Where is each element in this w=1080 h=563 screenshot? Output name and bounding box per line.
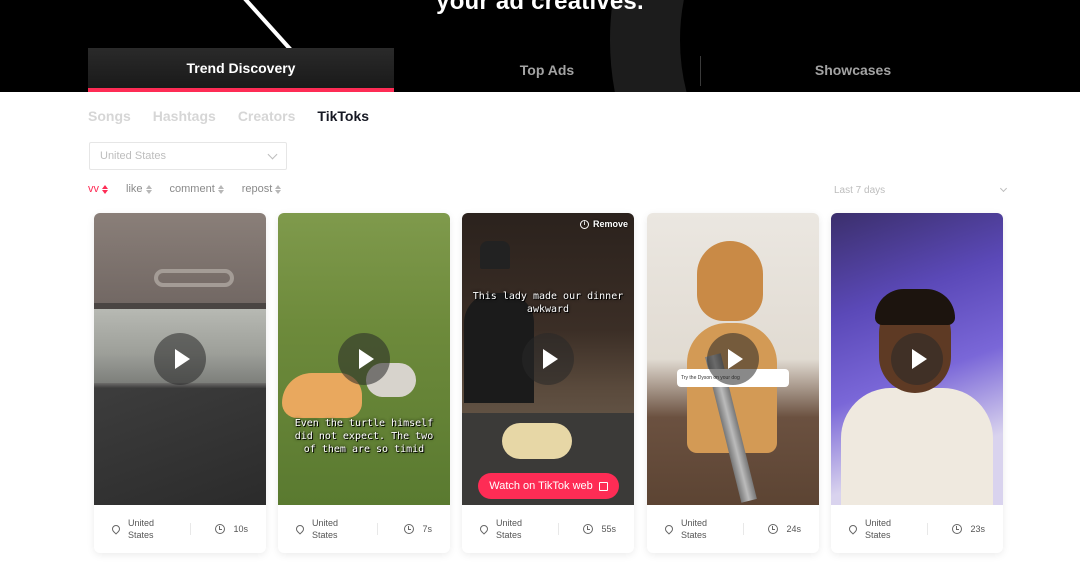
chevron-down-icon (267, 149, 278, 159)
card-location: United States (496, 518, 523, 540)
hero-title: your ad creatives. (436, 0, 644, 15)
sort-vv[interactable]: vv (88, 183, 108, 195)
meta-divider (376, 523, 378, 535)
sort-arrows-icon (275, 184, 282, 194)
tiktok-card[interactable]: Even the turtle himself did not expect. … (278, 213, 450, 553)
car-door-shape (94, 388, 266, 505)
sort-options: vv like comment repost (88, 183, 282, 195)
tab-top-ads[interactable]: Top Ads (394, 48, 700, 92)
subnav-creators[interactable]: Creators (238, 108, 296, 124)
video-thumbnail[interactable] (94, 213, 266, 505)
clock-icon (215, 524, 226, 534)
external-link-icon (598, 481, 608, 491)
sort-label: vv (88, 183, 99, 195)
card-location: United States (865, 518, 892, 540)
sort-label: comment (169, 183, 215, 195)
meta-divider (190, 523, 192, 535)
meta-divider (927, 523, 929, 535)
card-location: United States (681, 518, 708, 540)
card-duration: 10s (233, 524, 248, 534)
tab-label: Top Ads (519, 62, 575, 78)
play-icon[interactable] (891, 333, 943, 385)
play-icon[interactable] (338, 333, 390, 385)
tab-label: Showcases (814, 62, 892, 78)
tiktok-card[interactable]: i Remove This lady made our dinner awkwa… (462, 213, 634, 553)
tab-trend-discovery[interactable]: Trend Discovery (88, 48, 394, 92)
video-caption: This lady made our dinner awkward (472, 291, 624, 315)
card-meta: United States 24s (647, 505, 819, 553)
location-pin-icon (663, 523, 675, 535)
tab-showcases[interactable]: Showcases (700, 48, 1006, 92)
country-value: United States (100, 150, 167, 162)
location-pin-icon (110, 523, 122, 535)
car-handle-shape (154, 269, 234, 287)
clock-icon (952, 524, 963, 534)
period-value: Last 7 days (834, 185, 886, 196)
location-pin-icon (294, 523, 306, 535)
noodles-shape (502, 423, 572, 459)
sort-arrows-icon (145, 184, 152, 194)
card-meta: United States 7s (278, 505, 450, 553)
sort-arrows-icon (217, 184, 224, 194)
meta-divider (743, 523, 745, 535)
card-location: United States (128, 518, 155, 540)
card-meta: United States 55s (462, 505, 634, 553)
card-location: United States (312, 518, 339, 540)
watch-on-tiktok-button[interactable]: Watch on TikTok web (478, 473, 619, 499)
remove-button[interactable]: i Remove (579, 219, 628, 229)
main-tabs: Trend Discovery Top Ads Showcases (88, 48, 1080, 92)
video-thumbnail[interactable] (831, 213, 1003, 505)
sort-repost[interactable]: repost (242, 183, 282, 195)
play-icon[interactable] (522, 333, 574, 385)
tab-label: Trend Discovery (186, 60, 296, 76)
remove-label: Remove (592, 219, 628, 229)
sort-comment[interactable]: comment (170, 183, 224, 195)
video-thumbnail[interactable]: Try the Dyson on your dog (647, 213, 819, 505)
country-select[interactable]: United States (89, 142, 287, 170)
card-meta: United States 10s (94, 505, 266, 553)
location-pin-icon (478, 523, 490, 535)
card-duration: 55s (601, 524, 616, 534)
chevron-down-icon (999, 184, 1008, 193)
clock-icon (768, 524, 779, 534)
play-icon[interactable] (707, 333, 759, 385)
sort-label: like (126, 183, 143, 195)
sort-arrows-icon (102, 184, 108, 194)
period-select[interactable]: Last 7 days (834, 184, 1008, 196)
subnav-hashtags[interactable]: Hashtags (153, 108, 216, 124)
card-duration: 24s (786, 524, 801, 534)
play-icon[interactable] (154, 333, 206, 385)
card-duration: 23s (970, 524, 985, 534)
person-hair-shape (875, 289, 955, 325)
clock-icon (583, 524, 594, 534)
card-meta: United States 23s (831, 505, 1003, 553)
sort-label: repost (241, 183, 273, 195)
card-duration: 7s (422, 524, 432, 534)
subnav-tiktoks[interactable]: TikToks (317, 108, 369, 124)
tiktok-card[interactable]: Try the Dyson on your dog United States … (647, 213, 819, 553)
video-thumbnail[interactable]: i Remove This lady made our dinner awkwa… (462, 213, 634, 505)
meta-divider (558, 523, 560, 535)
video-caption: Even the turtle himself did not expect. … (294, 418, 434, 455)
sort-like[interactable]: like (126, 183, 152, 195)
tiktok-card[interactable]: United States 23s (831, 213, 1003, 553)
subnav-songs[interactable]: Songs (88, 108, 131, 124)
hoodie-shape (841, 388, 993, 505)
category-nav: Songs Hashtags Creators TikToks (88, 108, 369, 124)
location-pin-icon (847, 523, 859, 535)
watch-label: Watch on TikTok web (489, 480, 593, 492)
info-icon: i (579, 219, 589, 229)
tab-divider (700, 56, 701, 86)
chef-hat-shape (480, 241, 510, 269)
tiktok-card[interactable]: United States 10s (94, 213, 266, 553)
dog-head-shape (697, 241, 763, 321)
video-thumbnail[interactable]: Even the turtle himself did not expect. … (278, 213, 450, 505)
clock-icon (404, 524, 415, 534)
hero-banner: your ad creatives. Trend Discovery Top A… (0, 0, 1080, 92)
